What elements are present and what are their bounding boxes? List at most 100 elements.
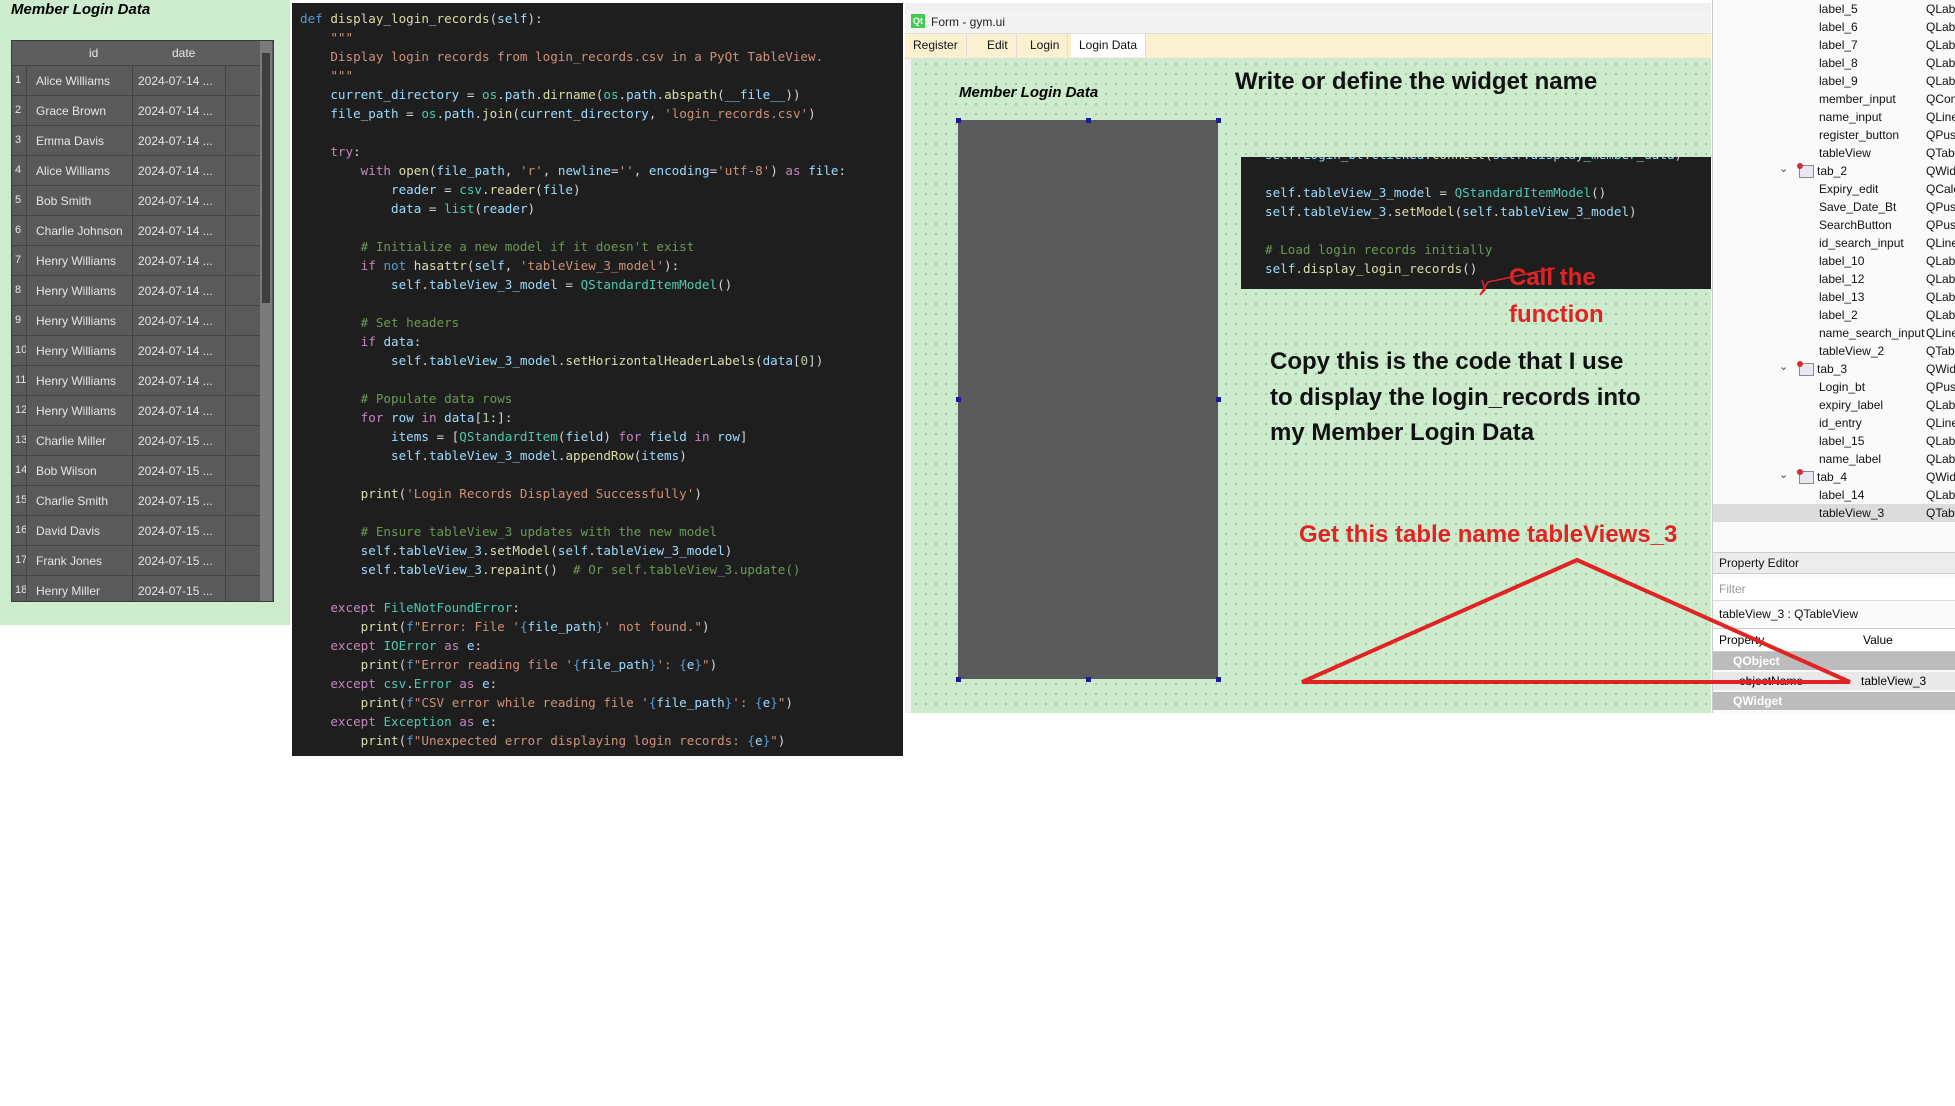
object-tree-item[interactable]: name_search_input QLine — [1713, 324, 1955, 342]
object-tree-item[interactable]: ⌄ tab_2 QWidg — [1713, 162, 1955, 180]
object-tree-item[interactable]: label_2 QLabe — [1713, 306, 1955, 324]
table-row[interactable]: 15 Charlie Smith 2024-07-15 ... — [12, 485, 260, 516]
row-date[interactable]: 2024-07-14 ... — [138, 374, 213, 388]
row-name[interactable]: Henry Williams — [36, 404, 116, 418]
column-header-id[interactable]: id — [89, 46, 98, 60]
chevron-down-icon[interactable]: ⌄ — [1779, 360, 1788, 373]
property-objectname-row[interactable]: objectName tableView_3 — [1713, 672, 1955, 690]
object-tree-item[interactable]: label_8 QLabe — [1713, 54, 1955, 72]
table-row[interactable]: 5 Bob Smith 2024-07-14 ... — [12, 185, 260, 216]
table-row[interactable]: 8 Henry Williams 2024-07-14 ... — [12, 275, 260, 306]
row-name[interactable]: Henry Williams — [36, 374, 116, 388]
row-name[interactable]: Henry Williams — [36, 314, 116, 328]
row-name[interactable]: Henry Williams — [36, 344, 116, 358]
table-row[interactable]: 13 Charlie Miller 2024-07-15 ... — [12, 425, 260, 456]
row-name[interactable]: Henry Miller — [36, 584, 100, 598]
table-row[interactable]: 9 Henry Williams 2024-07-14 ... — [12, 305, 260, 336]
selection-handle[interactable] — [1216, 397, 1221, 402]
row-date[interactable]: 2024-07-14 ... — [138, 344, 213, 358]
chevron-down-icon[interactable]: ⌄ — [1779, 468, 1788, 481]
row-date[interactable]: 2024-07-14 ... — [138, 224, 213, 238]
object-tree-item[interactable]: tableView QTable — [1713, 144, 1955, 162]
object-tree-item[interactable]: ⌄ tab_4 QWidg — [1713, 468, 1955, 486]
table-row[interactable]: 4 Alice Williams 2024-07-14 ... — [12, 155, 260, 186]
row-name[interactable]: Charlie Johnson — [36, 224, 123, 238]
row-date[interactable]: 2024-07-15 ... — [138, 584, 213, 598]
row-name[interactable]: Grace Brown — [36, 104, 106, 118]
row-name[interactable]: Bob Smith — [36, 194, 91, 208]
tab-login-data[interactable]: Login Data — [1071, 34, 1147, 57]
table-row[interactable]: 16 David Davis 2024-07-15 ... — [12, 515, 260, 546]
object-tree-item[interactable]: label_6 QLabe — [1713, 18, 1955, 36]
row-date[interactable]: 2024-07-15 ... — [138, 524, 213, 538]
table-row[interactable]: 18 Henry Miller 2024-07-15 ... — [12, 575, 260, 601]
object-tree-item[interactable]: Login_bt QPush — [1713, 378, 1955, 396]
object-tree-item[interactable]: label_13 QLabe — [1713, 288, 1955, 306]
column-header-date[interactable]: date — [172, 46, 195, 60]
object-tree-item[interactable]: Expiry_edit QCale — [1713, 180, 1955, 198]
object-tree-item[interactable]: expiry_label QLabe — [1713, 396, 1955, 414]
selection-handle[interactable] — [1216, 118, 1221, 123]
object-tree-item[interactable]: tableView_3 QTable — [1713, 504, 1955, 522]
table-row[interactable]: 1 Alice Williams 2024-07-14 ... — [12, 65, 260, 96]
object-tree-item[interactable]: label_9 QLabe — [1713, 72, 1955, 90]
row-name[interactable]: Frank Jones — [36, 554, 102, 568]
row-name[interactable]: Charlie Miller — [36, 434, 106, 448]
object-tree-item[interactable]: id_entry QLine — [1713, 414, 1955, 432]
row-name[interactable]: Charlie Smith — [36, 494, 108, 508]
property-filter-input[interactable]: Filter — [1713, 578, 1955, 601]
object-tree-item[interactable]: SearchButton QPush — [1713, 216, 1955, 234]
row-date[interactable]: 2024-07-14 ... — [138, 284, 213, 298]
table-row[interactable]: 11 Henry Williams 2024-07-14 ... — [12, 365, 260, 396]
object-tree-item[interactable]: label_14 QLabe — [1713, 486, 1955, 504]
object-tree-item[interactable]: ⌄ tab_3 QWidg — [1713, 360, 1955, 378]
table-row[interactable]: 2 Grace Brown 2024-07-14 ... — [12, 95, 260, 126]
property-objectname-value[interactable]: tableView_3 — [1861, 674, 1926, 688]
table-row[interactable]: 7 Henry Williams 2024-07-14 ... — [12, 245, 260, 276]
tab-register[interactable]: Register — [905, 34, 967, 57]
row-date[interactable]: 2024-07-15 ... — [138, 434, 213, 448]
row-date[interactable]: 2024-07-14 ... — [138, 74, 213, 88]
object-tree-item[interactable]: register_button QPush — [1713, 126, 1955, 144]
object-tree-item[interactable]: label_12 QLabe — [1713, 270, 1955, 288]
login-records-table[interactable]: id date 1 Alice Williams 2024-07-14 ... 2 Gr… — [11, 40, 274, 602]
group-qobject[interactable]: QObject — [1713, 652, 1955, 670]
row-date[interactable]: 2024-07-15 ... — [138, 494, 213, 508]
row-name[interactable]: Henry Williams — [36, 254, 116, 268]
row-date[interactable]: 2024-07-14 ... — [138, 404, 213, 418]
object-tree-item[interactable]: member_input QCom — [1713, 90, 1955, 108]
table-row[interactable]: 10 Henry Williams 2024-07-14 ... — [12, 335, 260, 366]
table-row[interactable]: 17 Frank Jones 2024-07-15 ... — [12, 545, 260, 576]
object-tree-item[interactable]: label_10 QLabe — [1713, 252, 1955, 270]
group-qwidget[interactable]: QWidget — [1713, 692, 1955, 710]
row-date[interactable]: 2024-07-14 ... — [138, 314, 213, 328]
row-date[interactable]: 2024-07-14 ... — [138, 254, 213, 268]
tableview-3-widget[interactable] — [958, 120, 1218, 679]
table-row[interactable]: 14 Bob Wilson 2024-07-15 ... — [12, 455, 260, 486]
selection-handle[interactable] — [1216, 677, 1221, 682]
row-name[interactable]: Alice Williams — [36, 74, 110, 88]
selection-handle[interactable] — [1086, 118, 1091, 123]
selection-handle[interactable] — [956, 677, 961, 682]
row-date[interactable]: 2024-07-14 ... — [138, 104, 213, 118]
row-date[interactable]: 2024-07-15 ... — [138, 554, 213, 568]
row-date[interactable]: 2024-07-15 ... — [138, 464, 213, 478]
row-name[interactable]: Emma Davis — [36, 134, 104, 148]
object-tree-item[interactable]: tableView_2 QTable — [1713, 342, 1955, 360]
selection-handle[interactable] — [956, 397, 961, 402]
object-tree-item[interactable]: label_7 QLabe — [1713, 36, 1955, 54]
table-row[interactable]: 6 Charlie Johnson 2024-07-14 ... — [12, 215, 260, 246]
row-name[interactable]: Alice Williams — [36, 164, 110, 178]
object-tree-item[interactable]: label_15 QLabe — [1713, 432, 1955, 450]
tab-login[interactable]: Login — [1022, 34, 1069, 57]
tab-edit[interactable]: Edit — [979, 34, 1017, 57]
selection-handle[interactable] — [1086, 677, 1091, 682]
row-name[interactable]: David Davis — [36, 524, 100, 538]
object-tree-item[interactable]: label_5 QLabe — [1713, 0, 1955, 18]
table-row[interactable]: 3 Emma Davis 2024-07-14 ... — [12, 125, 260, 156]
scrollbar-thumb[interactable] — [262, 53, 270, 303]
table-row[interactable]: 12 Henry Williams 2024-07-14 ... — [12, 395, 260, 426]
row-date[interactable]: 2024-07-14 ... — [138, 134, 213, 148]
object-tree-item[interactable]: Save_Date_Bt QPush — [1713, 198, 1955, 216]
object-tree-item[interactable]: id_search_input QLine — [1713, 234, 1955, 252]
